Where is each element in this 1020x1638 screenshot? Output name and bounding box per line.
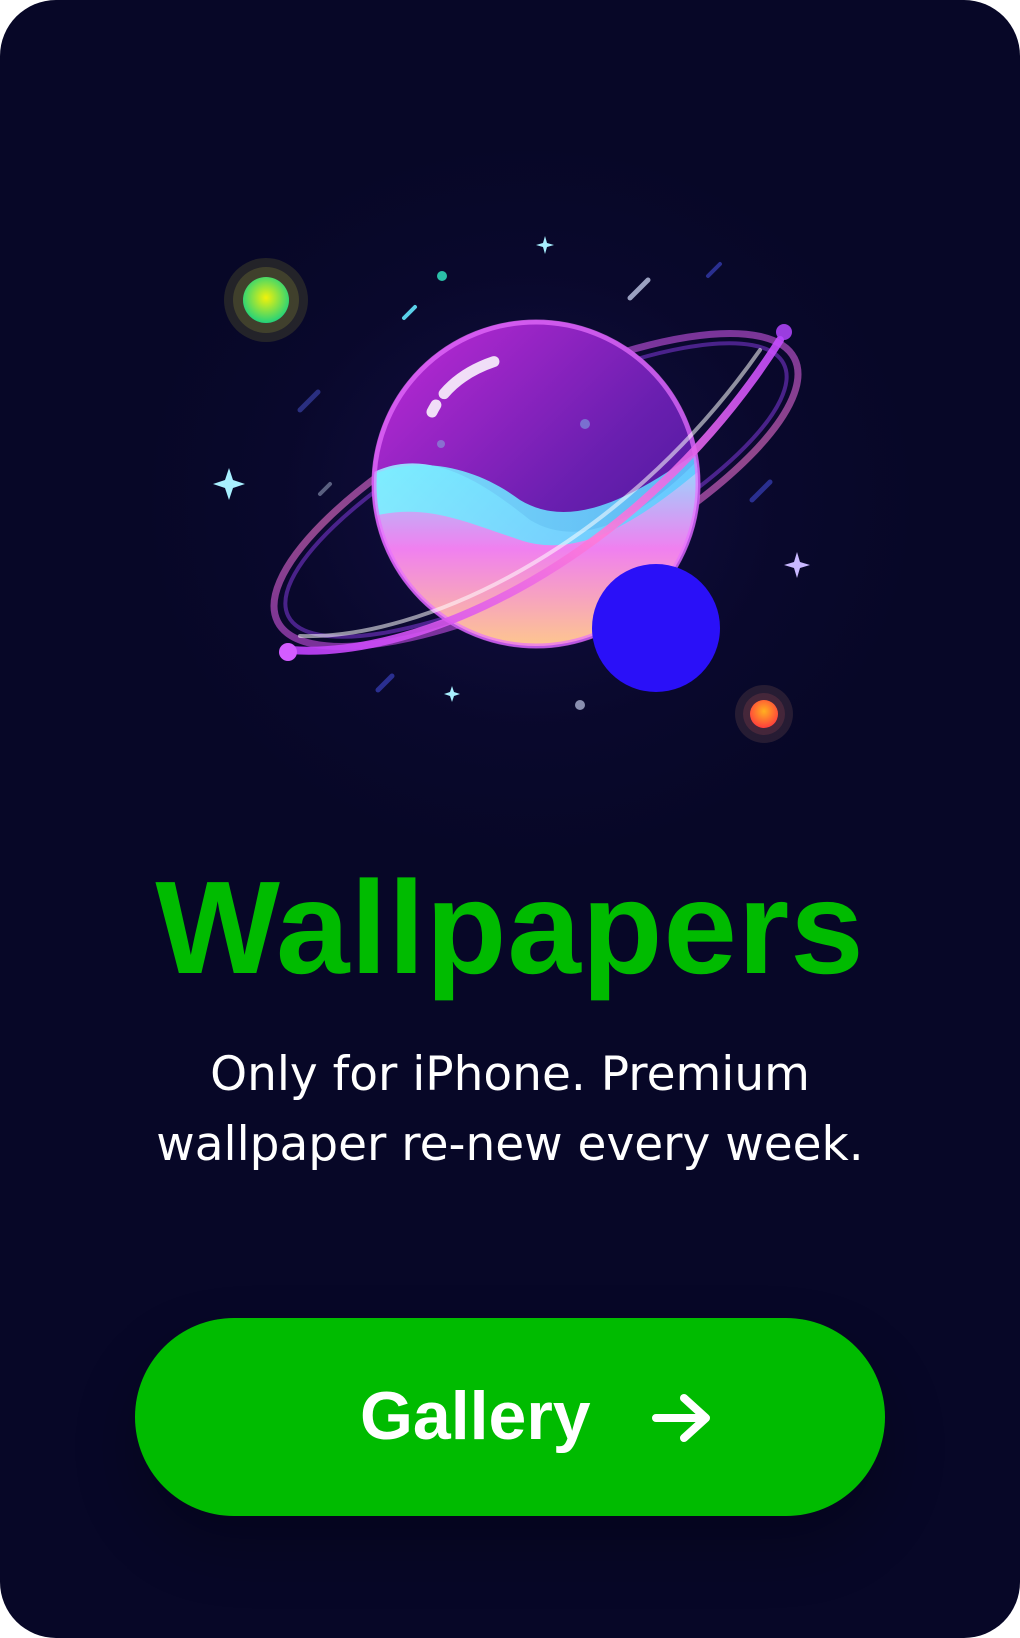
subtitle-line: wallpaper re-new every week. <box>156 1117 864 1172</box>
gallery-button-label: Gallery <box>360 1378 591 1454</box>
onboarding-screen: Wallpapers Only for iPhone. Premium wall… <box>0 0 1020 1638</box>
yellow-moon-icon <box>243 277 289 323</box>
orange-moon-icon <box>750 700 778 728</box>
gallery-button[interactable]: Gallery <box>135 1318 885 1516</box>
arrow-right-icon <box>652 1394 710 1442</box>
planet-illustration <box>213 236 810 743</box>
subtitle-line: Only for iPhone. Premium <box>210 1047 810 1102</box>
page-subtitle: Only for iPhone. Premium wallpaper re-ne… <box>100 1040 920 1180</box>
blue-moon-icon <box>592 564 720 692</box>
page-title: Wallpapers <box>155 854 865 1001</box>
sparkle-icon <box>784 552 810 578</box>
